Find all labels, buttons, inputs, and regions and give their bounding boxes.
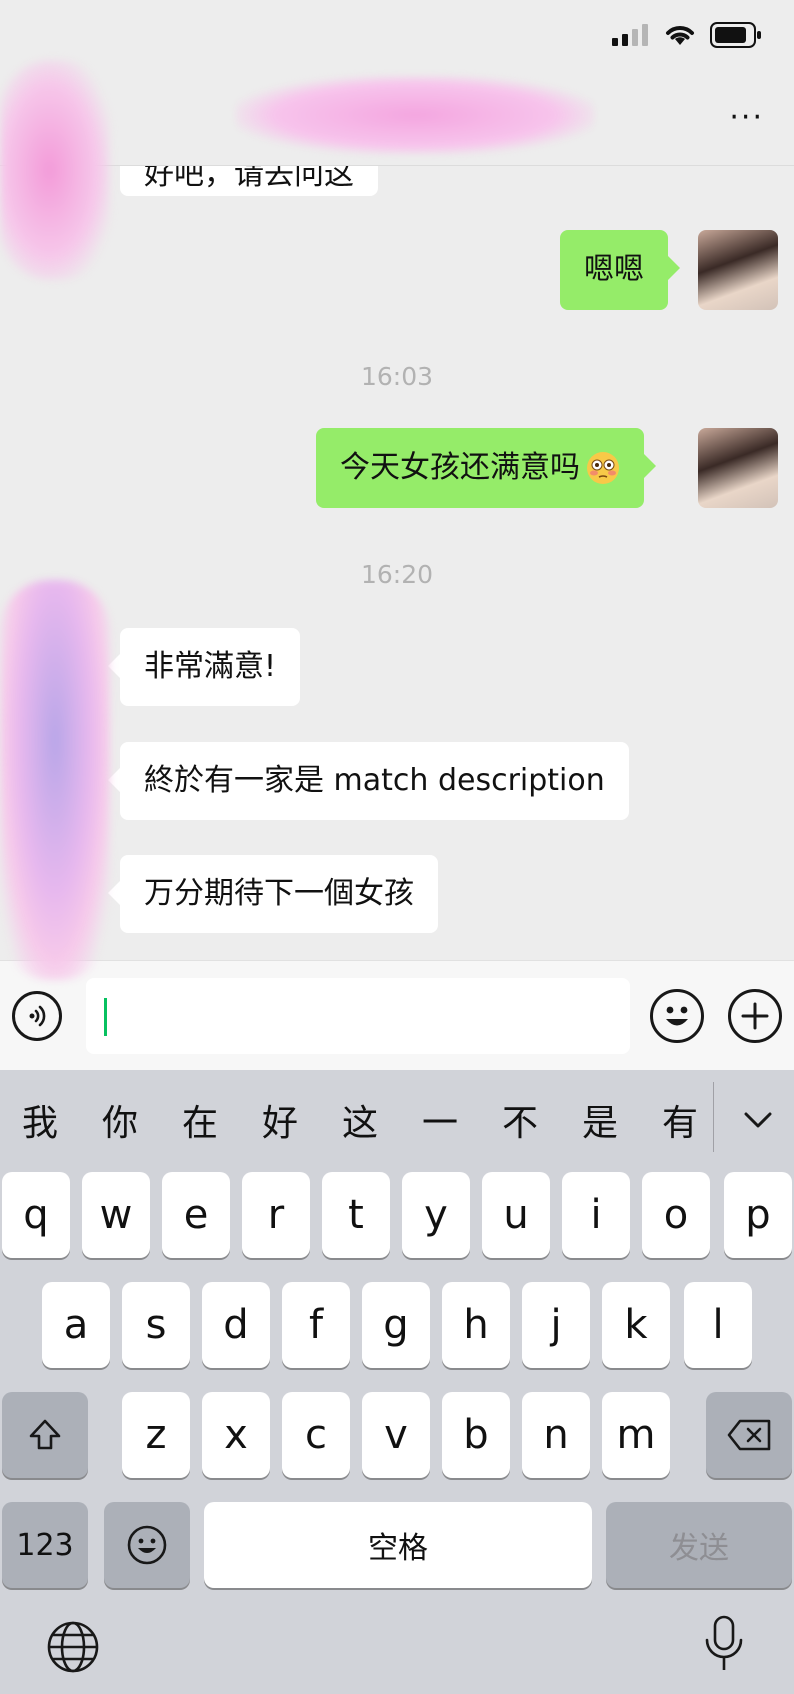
candidate-bar: 我 你 在 好 这 一 不 是 有 bbox=[0, 1070, 794, 1170]
key-f[interactable]: f bbox=[282, 1282, 350, 1368]
battery-icon bbox=[710, 22, 761, 48]
avatar[interactable] bbox=[698, 428, 778, 508]
key-z[interactable]: z bbox=[122, 1392, 190, 1478]
chevron-down-icon[interactable] bbox=[738, 1100, 778, 1140]
space-key[interactable]: 空格 bbox=[204, 1502, 592, 1588]
message-text: 終於有一家是 match description bbox=[144, 763, 605, 798]
voice-icon[interactable] bbox=[12, 991, 62, 1041]
keyboard-bottom-bar bbox=[0, 1610, 794, 1690]
message-timestamp: 16:03 bbox=[360, 362, 434, 391]
key-g[interactable]: g bbox=[362, 1282, 430, 1368]
status-bar bbox=[0, 0, 794, 75]
candidate-word[interactable]: 这 bbox=[320, 1094, 400, 1146]
key-t[interactable]: t bbox=[322, 1172, 390, 1258]
candidate-word[interactable]: 好 bbox=[240, 1094, 320, 1146]
key-j[interactable]: j bbox=[522, 1282, 590, 1368]
key-l[interactable]: l bbox=[684, 1282, 752, 1368]
key-y[interactable]: y bbox=[402, 1172, 470, 1258]
more-dots-icon[interactable]: ··· bbox=[729, 103, 764, 133]
key-s[interactable]: s bbox=[122, 1282, 190, 1368]
message-bubble-incoming[interactable]: 非常滿意! bbox=[107, 628, 301, 706]
key-r[interactable]: r bbox=[242, 1172, 310, 1258]
shift-icon[interactable] bbox=[2, 1392, 88, 1478]
message-input-bar bbox=[0, 960, 794, 1071]
key-a[interactable]: a bbox=[42, 1282, 110, 1368]
message-text-input[interactable] bbox=[86, 978, 630, 1054]
key-x[interactable]: x bbox=[202, 1392, 270, 1478]
message-bubble-incoming[interactable]: 万分期待下一個女孩 bbox=[108, 855, 438, 933]
emoji-icon[interactable] bbox=[650, 989, 704, 1043]
text-caret bbox=[104, 998, 107, 1036]
key-k[interactable]: k bbox=[602, 1282, 670, 1368]
key-d[interactable]: d bbox=[202, 1282, 270, 1368]
candidate-word[interactable]: 是 bbox=[560, 1094, 640, 1146]
globe-icon[interactable] bbox=[46, 1620, 100, 1674]
key-q[interactable]: q bbox=[2, 1172, 70, 1258]
keyboard: 我 你 在 好 这 一 不 是 有 q w e r t y u i o p a … bbox=[0, 1070, 794, 1694]
message-text: 非常滿意! bbox=[144, 649, 277, 684]
message-text: 今天女孩还满意吗 bbox=[340, 450, 580, 485]
more-label: ··· bbox=[729, 100, 764, 135]
key-h[interactable]: h bbox=[442, 1282, 510, 1368]
key-m[interactable]: m bbox=[602, 1392, 670, 1478]
key-w[interactable]: w bbox=[82, 1172, 150, 1258]
key-n[interactable]: n bbox=[522, 1392, 590, 1478]
chat-header: ··· bbox=[0, 75, 794, 166]
candidate-word[interactable]: 你 bbox=[80, 1094, 160, 1146]
microphone-icon[interactable] bbox=[702, 1614, 746, 1674]
avatar[interactable] bbox=[698, 230, 778, 310]
key-c[interactable]: c bbox=[282, 1392, 350, 1478]
candidate-word[interactable]: 一 bbox=[400, 1094, 480, 1146]
candidate-divider bbox=[713, 1082, 714, 1152]
key-p[interactable]: p bbox=[724, 1172, 792, 1258]
wifi-icon bbox=[666, 26, 694, 45]
candidate-word[interactable]: 有 bbox=[640, 1094, 720, 1146]
flushed-face-emoji bbox=[587, 452, 619, 484]
message-timestamp: 16:20 bbox=[360, 560, 434, 589]
key-u[interactable]: u bbox=[482, 1172, 550, 1258]
candidate-word[interactable]: 在 bbox=[160, 1094, 240, 1146]
blurred-avatar-top bbox=[0, 60, 110, 280]
message-bubble-incoming[interactable]: 終於有一家是 match description bbox=[108, 742, 629, 820]
plus-icon[interactable] bbox=[728, 989, 782, 1043]
send-button[interactable]: 发送 bbox=[606, 1502, 792, 1588]
chat-messages[interactable]: 好吧，请去问这 嗯嗯 16:03 今天女孩还满意吗 16:20 非常滿意! 終於… bbox=[0, 150, 794, 960]
key-b[interactable]: b bbox=[442, 1392, 510, 1478]
numbers-key[interactable]: 123 bbox=[2, 1502, 88, 1588]
key-e[interactable]: e bbox=[162, 1172, 230, 1258]
blurred-avatar-contact bbox=[0, 580, 110, 980]
key-o[interactable]: o bbox=[642, 1172, 710, 1258]
message-text: 嗯嗯 bbox=[584, 252, 644, 287]
message-text: 万分期待下一個女孩 bbox=[144, 876, 414, 911]
delete-icon[interactable] bbox=[706, 1392, 792, 1478]
candidate-word[interactable]: 不 bbox=[480, 1094, 560, 1146]
key-v[interactable]: v bbox=[362, 1392, 430, 1478]
message-bubble-outgoing[interactable]: 今天女孩还满意吗 bbox=[316, 428, 656, 508]
blurred-contact-name bbox=[235, 75, 595, 155]
key-i[interactable]: i bbox=[562, 1172, 630, 1258]
signal-bars-icon bbox=[612, 24, 648, 46]
emoji-icon[interactable] bbox=[104, 1502, 190, 1588]
message-bubble-outgoing[interactable]: 嗯嗯 bbox=[560, 230, 680, 310]
candidate-word[interactable]: 我 bbox=[0, 1094, 80, 1146]
